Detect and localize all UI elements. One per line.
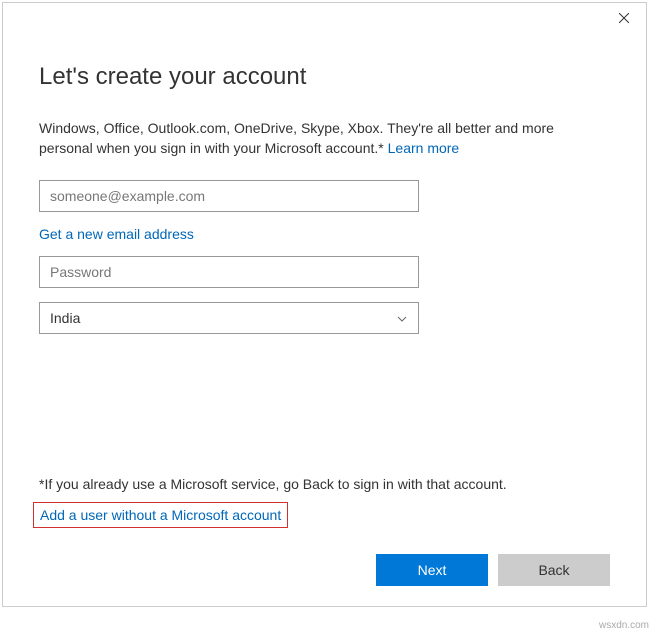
description-text: Windows, Office, Outlook.com, OneDrive, … [39, 119, 599, 158]
country-select[interactable]: India [39, 302, 419, 334]
learn-more-link[interactable]: Learn more [388, 140, 460, 156]
close-icon [619, 11, 629, 26]
create-account-dialog: Let's create your account Windows, Offic… [2, 2, 647, 607]
email-field[interactable] [39, 180, 419, 212]
close-button[interactable] [601, 3, 646, 33]
page-title: Let's create your account [39, 63, 610, 91]
button-row: Next Back [39, 554, 610, 586]
footer-area: *If you already use a Microsoft service,… [39, 476, 610, 586]
country-selected-value: India [50, 310, 80, 326]
description-body: Windows, Office, Outlook.com, OneDrive, … [39, 120, 554, 156]
get-new-email-link[interactable]: Get a new email address [39, 226, 194, 242]
back-button[interactable]: Back [498, 554, 610, 586]
password-field[interactable] [39, 256, 419, 288]
add-user-without-ms-account-link[interactable]: Add a user without a Microsoft account [33, 502, 288, 528]
dialog-content: Let's create your account Windows, Offic… [3, 3, 646, 334]
chevron-down-icon [396, 312, 408, 324]
watermark-text: wsxdn.com [599, 620, 649, 631]
next-button[interactable]: Next [376, 554, 488, 586]
footnote-text: *If you already use a Microsoft service,… [39, 476, 610, 492]
